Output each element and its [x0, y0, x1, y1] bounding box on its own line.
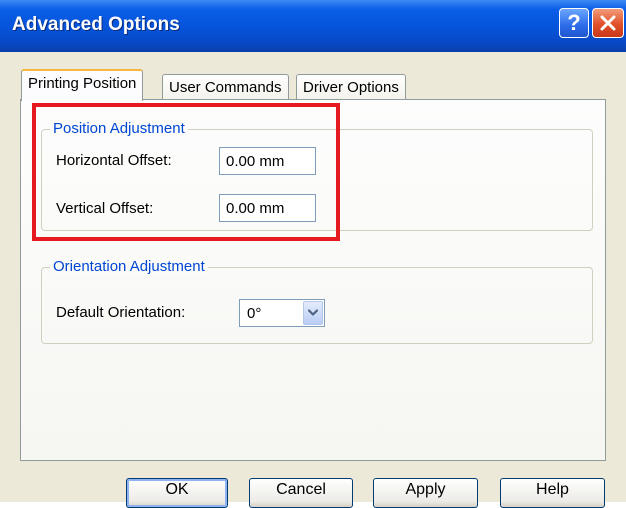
cancel-button[interactable]: Cancel — [249, 478, 353, 508]
tab-label: User Commands — [169, 79, 282, 96]
apply-button[interactable]: Apply — [373, 478, 478, 508]
highlight-annotation — [32, 103, 340, 241]
default-orientation-select[interactable]: 0° — [239, 299, 325, 327]
chevron-down-icon — [308, 309, 318, 316]
advanced-options-dialog: Advanced Options ? Printing Position Use… — [0, 0, 626, 508]
tab-driver-options[interactable]: Driver Options — [296, 74, 406, 100]
close-button[interactable] — [592, 8, 624, 38]
question-mark-icon: ? — [567, 10, 581, 35]
title-bar[interactable]: Advanced Options ? — [0, 0, 626, 52]
tab-user-commands[interactable]: User Commands — [162, 74, 289, 100]
help-title-button[interactable]: ? — [559, 8, 589, 38]
window-title: Advanced Options — [12, 14, 180, 35]
tab-printing-position[interactable]: Printing Position — [21, 69, 144, 101]
default-orientation-label: Default Orientation: — [56, 304, 186, 321]
tab-label: Printing Position — [28, 75, 137, 92]
tab-label: Driver Options — [303, 79, 399, 96]
ok-button[interactable]: OK — [126, 478, 228, 508]
default-orientation-value: 0° — [247, 305, 262, 322]
orientation-adjustment-title: Orientation Adjustment — [50, 258, 208, 275]
help-button[interactable]: Help — [500, 478, 605, 508]
orientation-adjustment-group: Orientation Adjustment Default Orientati… — [41, 258, 593, 344]
close-icon — [600, 15, 616, 31]
dropdown-arrow-button[interactable] — [303, 301, 323, 325]
